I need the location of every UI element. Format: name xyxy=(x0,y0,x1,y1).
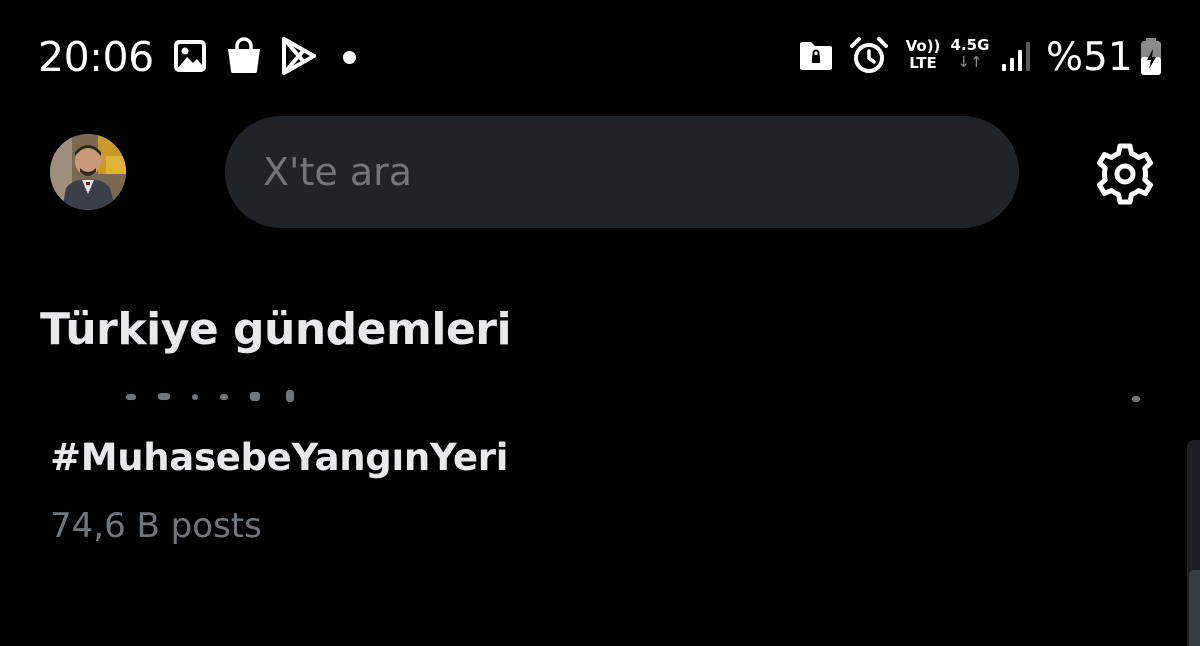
volte-icon: Vo)) LTE xyxy=(903,38,943,72)
status-time: 20:06 xyxy=(38,33,154,81)
clipped-text-fragments xyxy=(126,390,294,402)
clipped-trend-meta xyxy=(50,380,1160,406)
more-options-icon[interactable] xyxy=(1132,396,1140,402)
search-bar[interactable] xyxy=(225,116,1019,228)
network-type-label: 4.5G xyxy=(950,36,990,54)
scrollbar-thumb[interactable] xyxy=(1189,570,1200,646)
network-4-5g-icon: 4.5G ↓↑ xyxy=(948,36,992,71)
gear-icon[interactable] xyxy=(1091,140,1159,208)
avatar[interactable] xyxy=(50,134,126,210)
volte-label-top: Vo)) xyxy=(905,37,941,55)
trend-post-count: 74,6 B posts xyxy=(50,506,262,546)
shopping-bag-icon xyxy=(224,35,264,75)
notification-dot-icon xyxy=(343,51,356,64)
network-arrows: ↓↑ xyxy=(957,53,983,71)
volte-label-bottom: LTE xyxy=(909,54,937,72)
battery-percent: %51 xyxy=(1046,35,1133,80)
folder-lock-icon xyxy=(798,40,834,72)
gallery-icon xyxy=(172,38,208,74)
section-title: Türkiye gündemleri xyxy=(40,304,512,355)
trend-item[interactable]: #MuhasebeYangınYeri 74,6 B posts xyxy=(0,410,1186,580)
signal-icon xyxy=(1000,40,1034,72)
battery-charging-icon xyxy=(1139,37,1163,77)
trend-hashtag[interactable]: #MuhasebeYangınYeri xyxy=(50,434,508,482)
alarm-icon xyxy=(849,36,889,76)
search-input[interactable] xyxy=(263,116,963,228)
play-store-icon xyxy=(278,36,318,76)
status-bar: 20:06 Vo)) LTE 4.5G ↓↑ %51 xyxy=(0,0,1200,110)
